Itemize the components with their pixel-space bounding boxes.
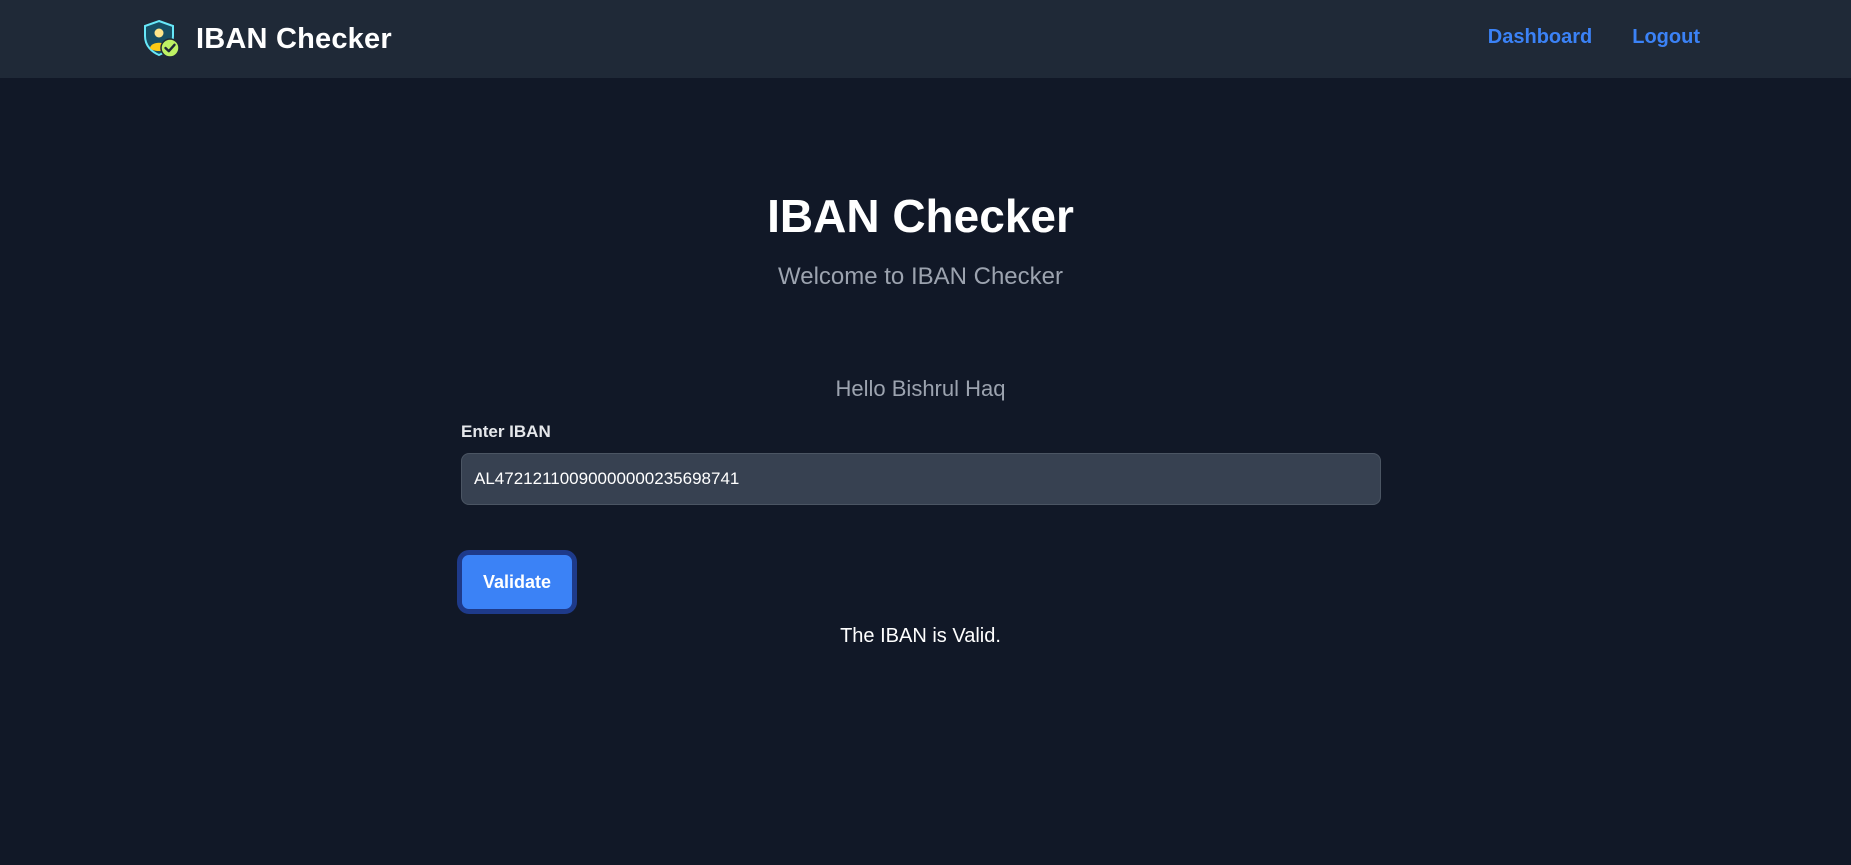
iban-form: Enter IBAN bbox=[461, 420, 1381, 505]
nav-link-dashboard[interactable]: Dashboard bbox=[1488, 26, 1592, 49]
shield-check-icon bbox=[144, 19, 180, 58]
navbar: IBAN Checker Dashboard Logout bbox=[0, 0, 1851, 78]
validate-button[interactable]: Validate bbox=[457, 550, 577, 614]
brand-link[interactable]: IBAN Checker bbox=[140, 18, 392, 60]
nav-link-logout[interactable]: Logout bbox=[1632, 26, 1700, 49]
user-greeting: Hello Bishrul Haq bbox=[835, 376, 1006, 401]
validation-result: The IBAN is Valid. bbox=[840, 625, 1001, 647]
nav-links: Dashboard Logout bbox=[1488, 26, 1700, 49]
page-title: IBAN Checker bbox=[767, 190, 1074, 242]
brand-title: IBAN Checker bbox=[196, 22, 392, 55]
iban-field-label: Enter IBAN bbox=[461, 422, 551, 441]
iban-input[interactable] bbox=[461, 453, 1381, 505]
page-subtitle: Welcome to IBAN Checker bbox=[778, 263, 1063, 290]
